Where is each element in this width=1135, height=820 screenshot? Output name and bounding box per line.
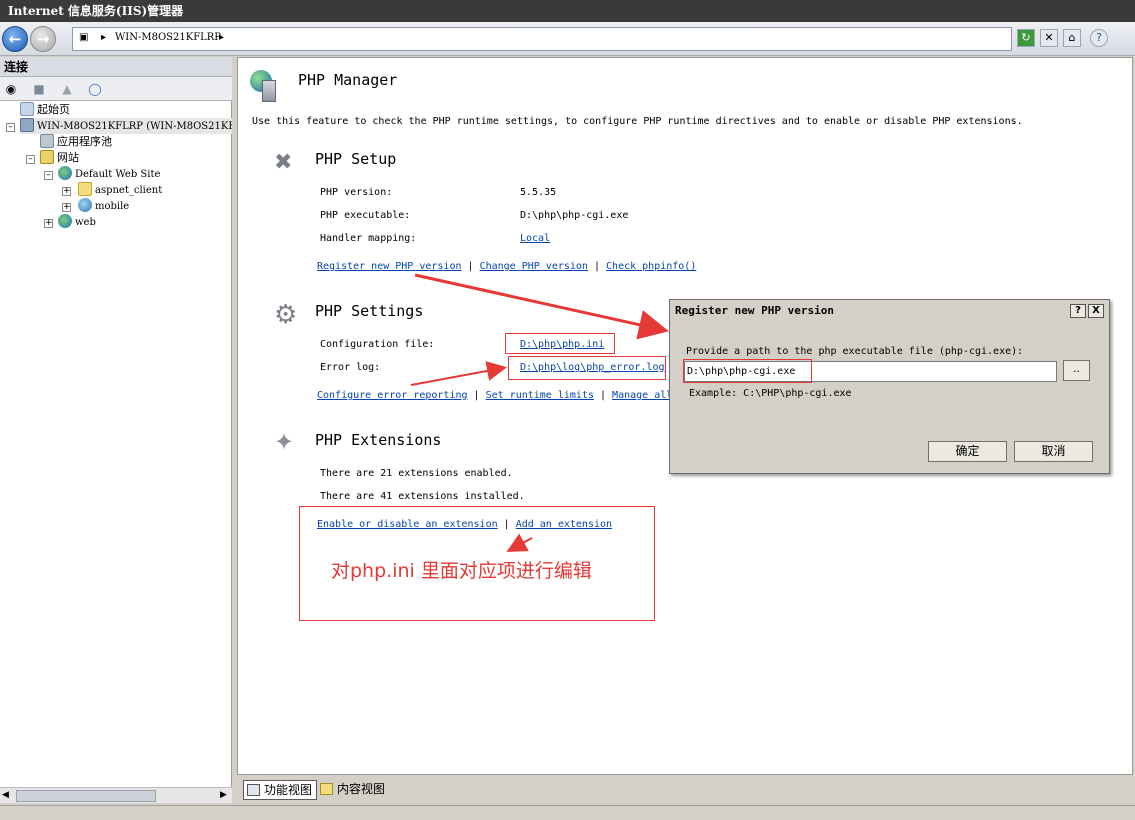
ok-button[interactable]: 确定	[928, 441, 1007, 462]
content-view-icon	[320, 783, 333, 795]
dialog-help-button[interactable]: ?	[1070, 304, 1086, 318]
annotation-box-input	[683, 359, 812, 383]
tab-content-view[interactable]: 内容视图	[317, 780, 389, 800]
register-php-dialog: Register new PHP version ? X Provide a p…	[669, 299, 1110, 474]
features-view-icon	[247, 784, 260, 796]
browse-button[interactable]: ..	[1063, 360, 1090, 381]
tab-features-view[interactable]: 功能视图	[243, 780, 318, 800]
status-bar	[0, 805, 1135, 820]
dialog-close-button[interactable]: X	[1088, 304, 1104, 318]
arrow-to-extensions	[506, 533, 533, 552]
view-tabs: 功能视图 内容视图	[237, 777, 1133, 803]
dialog-title: Register new PHP version	[670, 300, 1109, 322]
dialog-example: Example: C:\PHP\php-cgi.exe	[689, 388, 852, 399]
dialog-prompt: Provide a path to the php executable fil…	[686, 346, 1024, 357]
arrow-to-dialog	[414, 273, 669, 340]
cancel-button[interactable]: 取消	[1014, 441, 1093, 462]
arrow-to-errorlog	[410, 361, 507, 386]
